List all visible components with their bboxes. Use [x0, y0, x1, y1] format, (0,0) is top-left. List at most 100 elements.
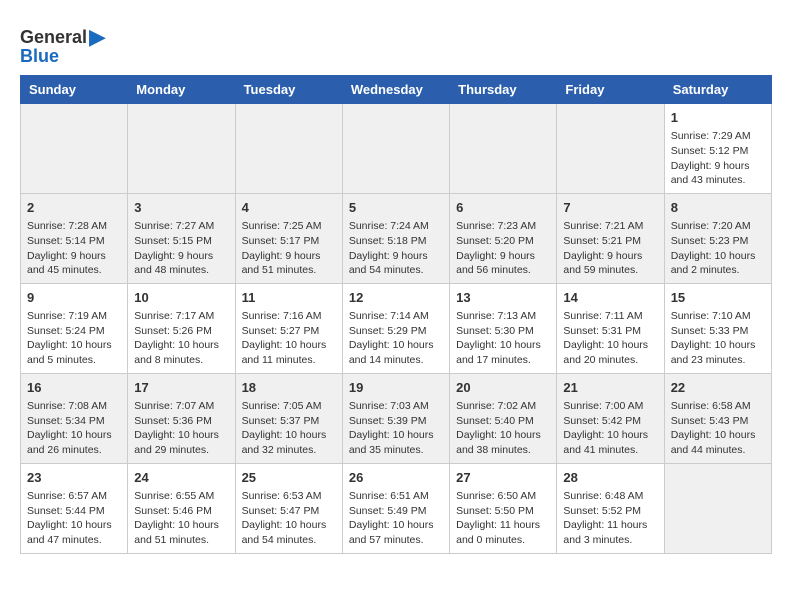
- day-number: 21: [563, 379, 657, 397]
- calendar-cell: 10Sunrise: 7:17 AMSunset: 5:26 PMDayligh…: [128, 283, 235, 373]
- day-info: Sunrise: 7:27 AM: [134, 219, 228, 234]
- day-info: Daylight: 10 hours and 14 minutes.: [349, 338, 443, 367]
- calendar-cell: 17Sunrise: 7:07 AMSunset: 5:36 PMDayligh…: [128, 373, 235, 463]
- col-header-sunday: Sunday: [21, 76, 128, 104]
- day-info: Sunset: 5:31 PM: [563, 324, 657, 339]
- day-info: Daylight: 10 hours and 44 minutes.: [671, 428, 765, 457]
- day-number: 7: [563, 199, 657, 217]
- day-info: Sunset: 5:18 PM: [349, 234, 443, 249]
- day-info: Sunrise: 6:53 AM: [242, 489, 336, 504]
- logo-general: General: [20, 27, 87, 48]
- calendar-cell: 14Sunrise: 7:11 AMSunset: 5:31 PMDayligh…: [557, 283, 664, 373]
- calendar-week-3: 9Sunrise: 7:19 AMSunset: 5:24 PMDaylight…: [21, 283, 772, 373]
- day-info: Sunset: 5:33 PM: [671, 324, 765, 339]
- day-info: Sunrise: 7:03 AM: [349, 399, 443, 414]
- calendar-cell: 4Sunrise: 7:25 AMSunset: 5:17 PMDaylight…: [235, 193, 342, 283]
- calendar-cell: 22Sunrise: 6:58 AMSunset: 5:43 PMDayligh…: [664, 373, 771, 463]
- day-info: Sunset: 5:42 PM: [563, 414, 657, 429]
- calendar-cell: 5 Sunrise: 7:24 AMSunset: 5:18 PMDaylight…: [342, 193, 449, 283]
- day-info: Sunrise: 7:02 AM: [456, 399, 550, 414]
- day-number: 8: [671, 199, 765, 217]
- calendar-cell: 16Sunrise: 7:08 AMSunset: 5:34 PMDayligh…: [21, 373, 128, 463]
- day-info: Daylight: 9 hours and 48 minutes.: [134, 249, 228, 278]
- calendar-table: SundayMondayTuesdayWednesdayThursdayFrid…: [20, 75, 772, 554]
- calendar-cell: 18Sunrise: 7:05 AMSunset: 5:37 PMDayligh…: [235, 373, 342, 463]
- day-info: Daylight: 10 hours and 51 minutes.: [134, 518, 228, 547]
- calendar-cell: [450, 104, 557, 194]
- col-header-thursday: Thursday: [450, 76, 557, 104]
- calendar-cell: 6Sunrise: 7:23 AMSunset: 5:20 PMDaylight…: [450, 193, 557, 283]
- day-info: Sunrise: 7:21 AM: [563, 219, 657, 234]
- calendar-cell: 25Sunrise: 6:53 AMSunset: 5:47 PMDayligh…: [235, 463, 342, 553]
- day-info: Sunrise: 7:28 AM: [27, 219, 121, 234]
- day-info: Sunset: 5:24 PM: [27, 324, 121, 339]
- day-info: Sunrise: 6:48 AM: [563, 489, 657, 504]
- day-info: Sunrise: 6:50 AM: [456, 489, 550, 504]
- day-info: Sunrise: 6:55 AM: [134, 489, 228, 504]
- calendar-cell: 2Sunrise: 7:28 AMSunset: 5:14 PMDaylight…: [21, 193, 128, 283]
- col-header-saturday: Saturday: [664, 76, 771, 104]
- col-header-friday: Friday: [557, 76, 664, 104]
- day-info: Sunset: 5:34 PM: [27, 414, 121, 429]
- day-number: 17: [134, 379, 228, 397]
- day-info: Sunset: 5:49 PM: [349, 504, 443, 519]
- day-info: Sunrise: 7:13 AM: [456, 309, 550, 324]
- day-info: Sunrise: 6:51 AM: [349, 489, 443, 504]
- day-info: Sunrise: 7:00 AM: [563, 399, 657, 414]
- col-header-monday: Monday: [128, 76, 235, 104]
- day-info: Sunrise: 7:24 AM: [349, 219, 443, 234]
- day-info: Sunrise: 7:10 AM: [671, 309, 765, 324]
- day-info: Sunset: 5:15 PM: [134, 234, 228, 249]
- calendar-cell: [21, 104, 128, 194]
- day-number: 22: [671, 379, 765, 397]
- calendar-cell: 28Sunrise: 6:48 AMSunset: 5:52 PMDayligh…: [557, 463, 664, 553]
- calendar-cell: 9 Sunrise: 7:19 AMSunset: 5:24 PMDaylight…: [21, 283, 128, 373]
- day-number: 9: [27, 289, 121, 307]
- day-info: Sunrise: 7:16 AM: [242, 309, 336, 324]
- day-info: Daylight: 10 hours and 5 minutes.: [27, 338, 121, 367]
- calendar-cell: 27Sunrise: 6:50 AMSunset: 5:50 PMDayligh…: [450, 463, 557, 553]
- day-info: Daylight: 10 hours and 8 minutes.: [134, 338, 228, 367]
- day-number: 20: [456, 379, 550, 397]
- day-info: Sunrise: 7:25 AM: [242, 219, 336, 234]
- day-info: Daylight: 10 hours and 23 minutes.: [671, 338, 765, 367]
- day-info: Sunrise: 7:19 AM: [27, 309, 121, 324]
- day-info: Sunset: 5:27 PM: [242, 324, 336, 339]
- day-info: Daylight: 9 hours and 54 minutes.: [349, 249, 443, 278]
- day-info: Sunset: 5:21 PM: [563, 234, 657, 249]
- calendar-cell: 12Sunrise: 7:14 AMSunset: 5:29 PMDayligh…: [342, 283, 449, 373]
- day-info: Sunset: 5:40 PM: [456, 414, 550, 429]
- logo-bird-icon: ▶: [89, 24, 106, 50]
- day-info: Sunset: 5:29 PM: [349, 324, 443, 339]
- calendar-cell: 21 Sunrise: 7:00 AMSunset: 5:42 PMDayligh…: [557, 373, 664, 463]
- day-info: Sunrise: 7:07 AM: [134, 399, 228, 414]
- logo-blue: Blue: [20, 46, 59, 67]
- day-info: Sunset: 5:44 PM: [27, 504, 121, 519]
- calendar-cell: 11Sunrise: 7:16 AMSunset: 5:27 PMDayligh…: [235, 283, 342, 373]
- day-info: Sunset: 5:14 PM: [27, 234, 121, 249]
- day-info: Sunset: 5:30 PM: [456, 324, 550, 339]
- day-info: Sunset: 5:36 PM: [134, 414, 228, 429]
- day-number: 10: [134, 289, 228, 307]
- day-number: 12: [349, 289, 443, 307]
- day-number: 2: [27, 199, 121, 217]
- calendar-cell: 24Sunrise: 6:55 AMSunset: 5:46 PMDayligh…: [128, 463, 235, 553]
- calendar-cell: 3Sunrise: 7:27 AMSunset: 5:15 PMDaylight…: [128, 193, 235, 283]
- day-number: 23: [27, 469, 121, 487]
- day-number: 5: [349, 199, 443, 217]
- day-number: 18: [242, 379, 336, 397]
- day-info: Daylight: 10 hours and 47 minutes.: [27, 518, 121, 547]
- day-info: Sunrise: 7:11 AM: [563, 309, 657, 324]
- day-info: Daylight: 10 hours and 2 minutes.: [671, 249, 765, 278]
- day-info: Daylight: 10 hours and 17 minutes.: [456, 338, 550, 367]
- day-number: 6: [456, 199, 550, 217]
- day-info: Daylight: 9 hours and 51 minutes.: [242, 249, 336, 278]
- day-info: Daylight: 10 hours and 54 minutes.: [242, 518, 336, 547]
- day-info: Sunrise: 7:05 AM: [242, 399, 336, 414]
- calendar-week-5: 23Sunrise: 6:57 AMSunset: 5:44 PMDayligh…: [21, 463, 772, 553]
- day-info: Daylight: 10 hours and 41 minutes.: [563, 428, 657, 457]
- day-number: 25: [242, 469, 336, 487]
- day-info: Daylight: 9 hours and 43 minutes.: [671, 159, 765, 188]
- day-info: Sunset: 5:37 PM: [242, 414, 336, 429]
- calendar-cell: 15Sunrise: 7:10 AMSunset: 5:33 PMDayligh…: [664, 283, 771, 373]
